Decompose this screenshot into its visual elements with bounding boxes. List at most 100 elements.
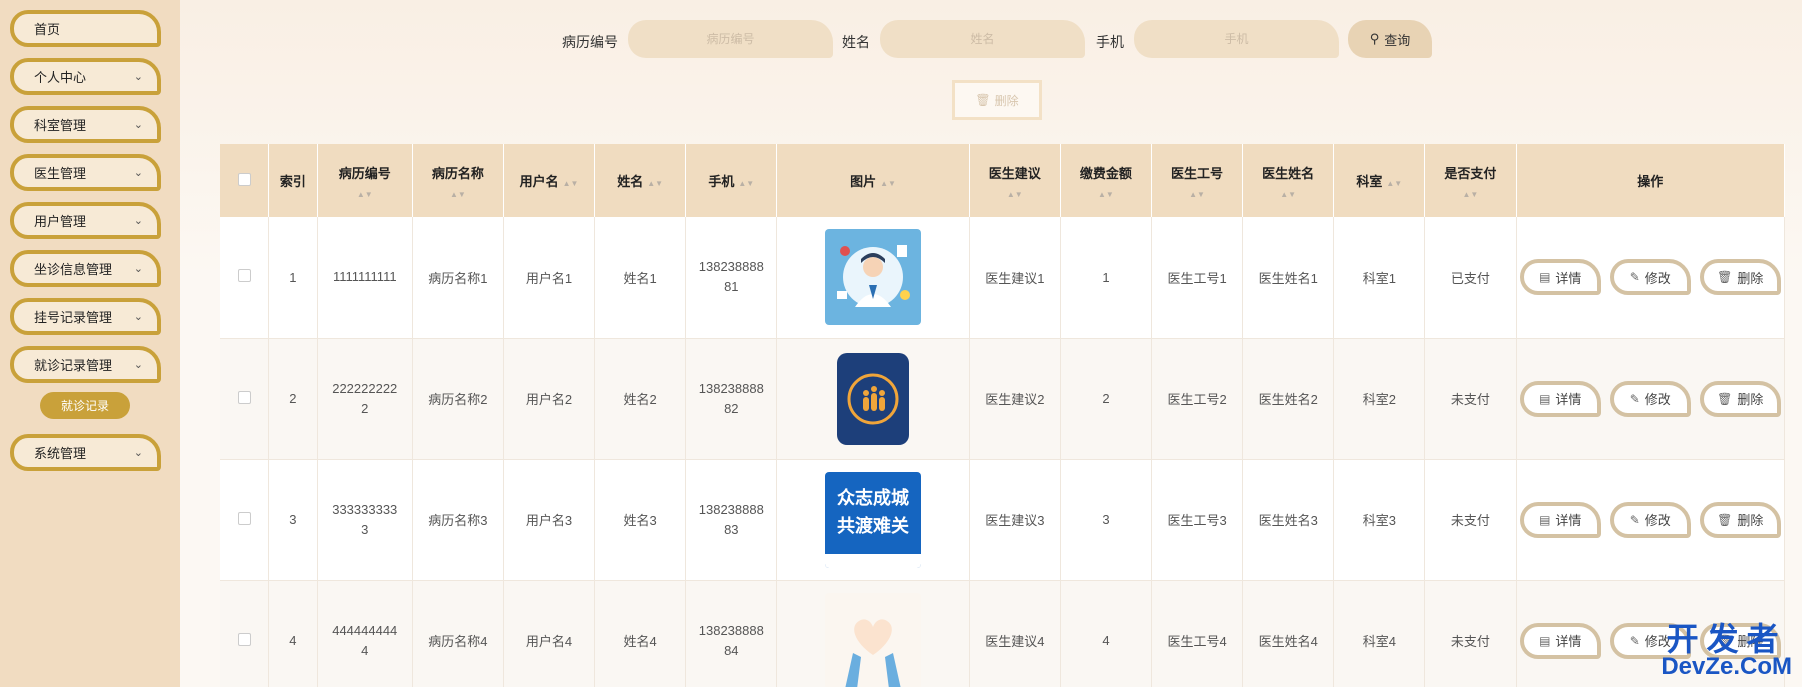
cell-doctor-name: 医生姓名4 <box>1242 580 1335 687</box>
edit-label: 修改 <box>1644 392 1671 407</box>
detail-label: 详情 <box>1555 513 1582 528</box>
sort-icon[interactable]: ▲▼ <box>647 180 663 188</box>
delete-button[interactable]: 🗑 删除 <box>1699 259 1781 296</box>
query-button[interactable]: ⚲ 查询 <box>1348 20 1432 58</box>
detail-label: 详情 <box>1555 270 1582 286</box>
sidebar-item-doctor[interactable]: 医生管理 ⌄ <box>10 154 161 191</box>
table-row: 4 4444444444 病历名称4 用户名4 姓名4 13823888884 医生建议4 4… <box>220 580 1785 687</box>
cell-index: 4 <box>268 580 318 687</box>
cell-name: 姓名4 <box>594 580 687 687</box>
edit-button[interactable]: ✎ 修改 <box>1609 259 1691 296</box>
table-header-row: 索引 病历编号 ▲▼ 病历名称 ▲▼ 用户名 ▲▼ 姓名 ▲▼ 手机 ▲▼ 图片 ▲▼ 医生… <box>220 144 1785 217</box>
sidebar-subitem-visit-record[interactable]: 就诊记录 <box>40 392 130 419</box>
sort-icon[interactable]: ▲▼ <box>1061 190 1151 199</box>
sidebar-item-visit-records[interactable]: 就诊记录管理 ⌄ <box>10 346 161 383</box>
detail-button[interactable]: ▤ 详情 <box>1519 501 1601 538</box>
record-no-input[interactable] <box>628 20 833 58</box>
document-icon: ▤ <box>1539 391 1551 406</box>
record-no-label: 病历编号 <box>562 34 618 50</box>
sidebar-item-user[interactable]: 用户管理 ⌄ <box>10 202 161 239</box>
sort-icon[interactable]: ▲▼ <box>318 190 412 199</box>
cell-username: 用户名1 <box>503 217 596 339</box>
delete-button[interactable]: 🗑 删除 <box>1699 380 1781 417</box>
detail-button[interactable]: ▤ 详情 <box>1519 622 1601 659</box>
name-input[interactable] <box>880 20 1085 58</box>
trash-icon: 🗑 <box>1717 391 1733 406</box>
record-image[interactable]: 众志成城 共渡难关 <box>825 471 922 568</box>
col-header-dept[interactable]: 科室 ▲▼ <box>1333 144 1426 217</box>
record-image[interactable] <box>825 592 922 687</box>
phone-input[interactable] <box>1134 20 1339 58</box>
cell-record-no: 2222222222 <box>317 338 413 460</box>
sort-icon[interactable]: ▲▼ <box>1386 180 1402 188</box>
sidebar-item-system[interactable]: 系统管理 ⌄ <box>10 434 161 471</box>
sort-icon[interactable]: ▲▼ <box>880 180 896 188</box>
sidebar-item-registration[interactable]: 挂号记录管理 ⌄ <box>10 298 161 335</box>
query-label: 查询 <box>1384 32 1411 48</box>
sort-icon[interactable]: ▲▼ <box>413 190 503 199</box>
cell-doctor-no: 医生工号3 <box>1151 459 1244 581</box>
sidebar-item-home[interactable]: 首页 <box>10 10 161 47</box>
sort-icon[interactable]: ▲▼ <box>1425 190 1515 199</box>
sort-icon[interactable]: ▲▼ <box>738 180 754 188</box>
chevron-down-icon: ⌄ <box>133 447 143 459</box>
col-header-paid[interactable]: 是否支付 ▲▼ <box>1424 144 1517 217</box>
table-row: 1 1111111111 病历名称1 用户名1 姓名1 13823888881 医生建议1 1… <box>220 217 1785 339</box>
cell-phone: 13823888884 <box>685 580 778 687</box>
name-label: 姓名 <box>842 34 870 50</box>
edit-button[interactable]: ✎ 修改 <box>1609 501 1691 538</box>
search-bar: 病历编号 姓名 手机 ⚲ 查询 <box>180 20 1802 60</box>
edit-button[interactable]: ✎ 修改 <box>1609 380 1691 417</box>
row-checkbox[interactable] <box>237 632 251 646</box>
sort-icon[interactable]: ▲▼ <box>563 180 579 188</box>
delete-label: 删除 <box>1737 513 1764 528</box>
row-checkbox[interactable] <box>237 511 251 525</box>
sort-icon[interactable]: ▲▼ <box>970 190 1060 199</box>
table-row: 3 3333333333 病历名称3 用户名3 姓名3 13823888883 众志成城 共渡… <box>220 459 1785 581</box>
select-all-checkbox[interactable] <box>237 172 251 186</box>
sort-icon[interactable]: ▲▼ <box>1243 190 1333 199</box>
col-header-record-no[interactable]: 病历编号 ▲▼ <box>317 144 413 217</box>
cell-record-name: 病历名称3 <box>412 459 504 581</box>
sidebar-item-clinic-info[interactable]: 坐诊信息管理 ⌄ <box>10 250 161 287</box>
phone-label: 手机 <box>1096 34 1124 50</box>
cell-doctor-no: 医生工号1 <box>1151 217 1244 339</box>
pencil-icon: ✎ <box>1629 270 1640 285</box>
delete-label: 删除 <box>1737 392 1764 407</box>
detail-button[interactable]: ▤ 详情 <box>1519 259 1601 296</box>
record-image[interactable] <box>825 351 921 447</box>
chevron-down-icon: ⌄ <box>133 311 143 323</box>
cell-actions: ▤ 详情 ✎ 修改 🗑 删除 <box>1516 217 1785 339</box>
col-header-advice[interactable]: 医生建议 ▲▼ <box>969 144 1061 217</box>
edit-label: 修改 <box>1644 513 1671 528</box>
row-checkbox[interactable] <box>237 269 251 283</box>
pencil-icon: ✎ <box>1629 512 1640 527</box>
col-header-doctor-no[interactable]: 医生工号 ▲▼ <box>1151 144 1244 217</box>
row-select-cell <box>220 580 270 687</box>
cell-name: 姓名1 <box>594 217 687 339</box>
col-header-record-name[interactable]: 病历名称 ▲▼ <box>412 144 504 217</box>
col-header-phone[interactable]: 手机 ▲▼ <box>685 144 778 217</box>
cell-doctor-name: 医生姓名2 <box>1242 338 1335 460</box>
col-header-amount[interactable]: 缴费金额 ▲▼ <box>1060 144 1153 217</box>
batch-delete-button[interactable]: 🗑 删除 <box>952 80 1042 120</box>
cell-dept: 科室2 <box>1333 338 1426 460</box>
cell-image <box>776 580 970 687</box>
row-select-cell <box>220 459 270 581</box>
col-header-username[interactable]: 用户名 ▲▼ <box>503 144 596 217</box>
detail-button[interactable]: ▤ 详情 <box>1519 380 1601 417</box>
col-header-doctor-name[interactable]: 医生姓名 ▲▼ <box>1242 144 1335 217</box>
col-header-name[interactable]: 姓名 ▲▼ <box>594 144 687 217</box>
cell-dept: 科室4 <box>1333 580 1426 687</box>
cell-image: 众志成城 共渡难关 <box>776 459 970 581</box>
sidebar-item-department[interactable]: 科室管理 ⌄ <box>10 106 161 143</box>
record-image[interactable] <box>825 229 922 326</box>
delete-button[interactable]: 🗑 删除 <box>1699 501 1781 538</box>
sort-icon[interactable]: ▲▼ <box>1152 190 1242 199</box>
row-select-cell <box>220 217 270 339</box>
sidebar-item-personal-center[interactable]: 个人中心 ⌄ <box>10 58 161 95</box>
row-checkbox[interactable] <box>237 390 251 404</box>
col-header-image[interactable]: 图片 ▲▼ <box>776 144 970 217</box>
pencil-icon: ✎ <box>1629 633 1640 648</box>
sidebar-item-label: 挂号记录管理 <box>34 310 113 325</box>
